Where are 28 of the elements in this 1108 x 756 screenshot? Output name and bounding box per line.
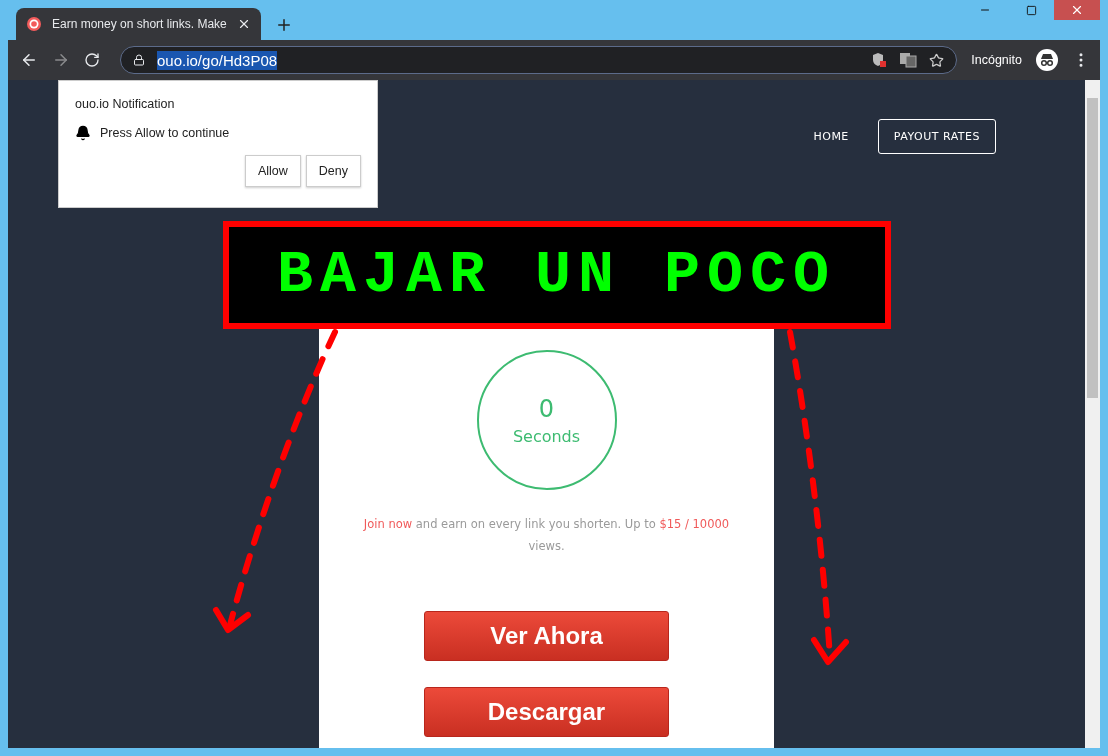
scrollbar-thumb[interactable] (1087, 98, 1098, 398)
browser-tab[interactable]: Earn money on short links. Make (16, 8, 261, 40)
bell-icon (75, 125, 91, 141)
forward-icon[interactable] (52, 51, 70, 69)
star-icon[interactable] (929, 52, 945, 68)
nav-link[interactable]: HOME (812, 119, 850, 154)
back-icon[interactable] (20, 51, 38, 69)
scroll-down-banner: BAJAR UN POCO (222, 221, 891, 329)
deny-button[interactable]: Deny (305, 155, 361, 187)
lock-icon (133, 54, 145, 66)
allow-button[interactable]: Allow (244, 155, 301, 187)
url-text: ouo.io/go/Hd3P08 (157, 50, 278, 70)
reload-icon[interactable] (84, 52, 100, 68)
notification-message: Press Allow to continue (100, 126, 230, 140)
watch-button[interactable]: Ver Ahora (424, 611, 669, 661)
target-icon (26, 16, 42, 32)
tab-title: Earn money on short links. Make (52, 17, 227, 31)
download-button[interactable]: Descargar (424, 687, 669, 737)
promo-text: Join now and earn on every link you shorten. Up to $15 / 10000 views. (362, 516, 731, 555)
notification-title: ouo.io Notification (75, 97, 176, 111)
countdown-unit: Seconds (512, 426, 581, 446)
countdown-number: 0 (538, 394, 555, 423)
profile-label[interactable]: Incógnito (971, 53, 1022, 67)
payout-rates-button[interactable]: PAYOUT RATES (877, 119, 996, 154)
address-bar[interactable]: ouo.io/go/Hd3P08 (120, 46, 958, 74)
shield-blocked-icon[interactable] (871, 52, 888, 68)
scrollbar[interactable] (1085, 80, 1100, 748)
incognito-icon[interactable] (1036, 49, 1058, 71)
